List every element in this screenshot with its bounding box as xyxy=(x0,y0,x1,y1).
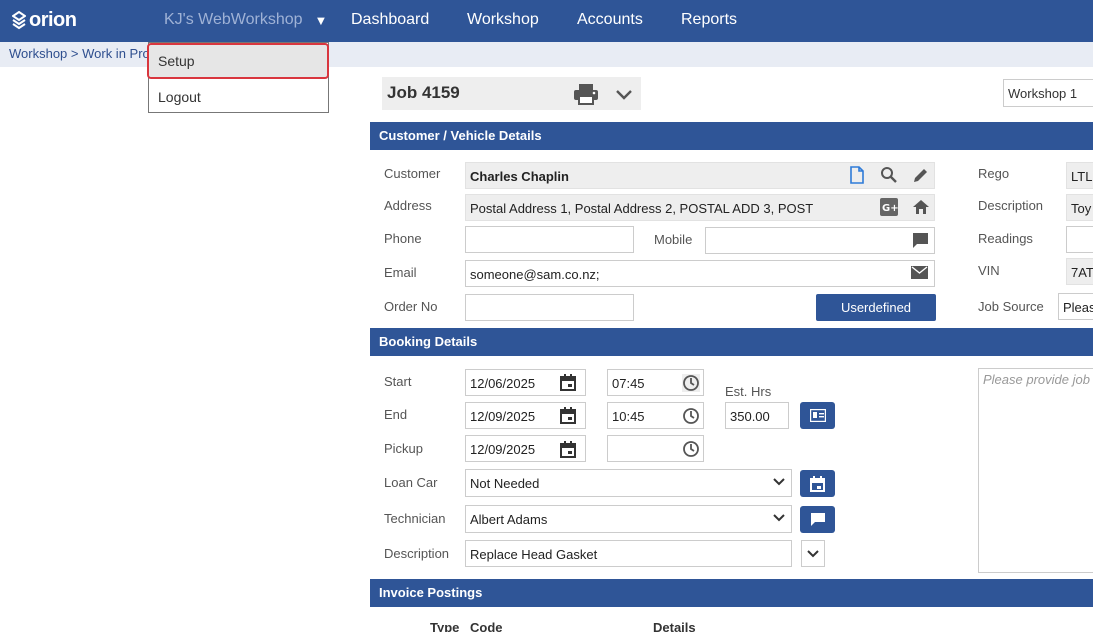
logo-text: orion xyxy=(29,9,77,31)
chevron-down-icon xyxy=(773,514,785,522)
job-source-select[interactable]: Pleas xyxy=(1058,293,1093,320)
rego-field[interactable]: LTL xyxy=(1066,162,1093,189)
menu-item-logout[interactable]: Logout xyxy=(149,79,328,113)
vehicle-description-label: Description xyxy=(978,198,1044,213)
order-no-label: Order No xyxy=(384,299,438,314)
clock-icon[interactable] xyxy=(682,407,700,425)
calendar-icon[interactable] xyxy=(560,407,576,424)
clock-icon[interactable] xyxy=(682,374,700,392)
mobile-label: Mobile xyxy=(654,232,693,247)
chevron-down-icon xyxy=(807,550,819,558)
job-notes-textarea[interactable]: Please provide job xyxy=(978,368,1093,573)
rego-label: Rego xyxy=(978,166,1010,181)
column-header-type: Type xyxy=(430,620,460,632)
phone-input[interactable] xyxy=(465,226,634,253)
comment-icon xyxy=(810,513,825,526)
order-no-input[interactable] xyxy=(465,294,634,321)
nav-workshop[interactable]: Workshop xyxy=(467,11,539,29)
calendar-icon xyxy=(810,475,825,492)
vin-field[interactable]: 7AT xyxy=(1066,258,1093,285)
technician-value: Albert Adams xyxy=(470,512,548,527)
nav-reports[interactable]: Reports xyxy=(681,11,737,29)
loan-car-label: Loan Car xyxy=(384,475,438,490)
workshop-select[interactable]: Workshop 1 xyxy=(1003,79,1093,107)
end-label: End xyxy=(384,407,408,422)
start-label: Start xyxy=(384,374,412,389)
svg-text:G+: G+ xyxy=(882,203,898,214)
technician-label: Technician xyxy=(384,511,446,526)
nav-accounts[interactable]: Accounts xyxy=(577,11,643,29)
organization-selector[interactable]: KJ's WebWorkshop ▼ xyxy=(164,11,327,29)
email-label: Email xyxy=(384,265,417,280)
printer-icon[interactable] xyxy=(573,83,599,105)
readings-label: Readings xyxy=(978,231,1033,246)
loan-car-calendar-button[interactable] xyxy=(800,470,835,497)
customer-label: Customer xyxy=(384,166,441,181)
job-description-label: Description xyxy=(384,546,450,561)
edit-icon[interactable] xyxy=(912,166,930,184)
caret-down-icon: ▼ xyxy=(314,12,328,28)
customer-vehicle-section-header: Customer / Vehicle Details xyxy=(370,122,1093,150)
pickup-label: Pickup xyxy=(384,441,424,456)
calendar-icon[interactable] xyxy=(560,441,576,458)
orion-logo-icon xyxy=(12,10,26,29)
userdefined-button[interactable]: Userdefined xyxy=(816,294,936,321)
readings-input[interactable] xyxy=(1066,226,1093,253)
orion-logo[interactable]: orion xyxy=(12,9,77,32)
chevron-down-icon[interactable] xyxy=(615,89,633,100)
job-header: Job 4159 xyxy=(382,77,641,110)
address-label: Address xyxy=(384,198,432,213)
organization-dropdown-menu: Setup Logout xyxy=(147,42,329,113)
job-description-dropdown[interactable] xyxy=(801,540,825,567)
contact-card-button[interactable] xyxy=(800,402,835,429)
est-hrs-label: Est. Hrs xyxy=(725,384,772,399)
clock-icon[interactable] xyxy=(682,440,700,458)
job-title: Job 4159 xyxy=(387,83,460,102)
technician-select[interactable]: Albert Adams xyxy=(465,505,792,533)
booking-section-header: Booking Details xyxy=(370,328,1093,356)
calendar-icon[interactable] xyxy=(560,374,576,391)
vehicle-description-field[interactable]: Toy xyxy=(1066,194,1093,221)
google-plus-icon[interactable]: G+ xyxy=(880,198,898,216)
phone-label: Phone xyxy=(384,231,422,246)
breadcrumb[interactable]: Workshop > Work in Pro xyxy=(9,46,150,61)
new-document-icon[interactable] xyxy=(849,166,865,184)
search-icon[interactable] xyxy=(880,166,898,184)
email-input[interactable]: someone@sam.co.nz; xyxy=(465,260,935,287)
job-description-input[interactable]: Replace Head Gasket xyxy=(465,540,792,567)
technician-comment-button[interactable] xyxy=(800,506,835,533)
vin-label: VIN xyxy=(978,263,1000,278)
contact-card-icon xyxy=(809,409,826,422)
message-icon[interactable] xyxy=(912,232,929,249)
invoice-postings-section-header: Invoice Postings xyxy=(370,579,1093,607)
column-header-details: Details xyxy=(653,620,696,632)
chevron-down-icon xyxy=(773,478,785,486)
top-navigation-bar: orion KJ's WebWorkshop ▼ Dashboard Works… xyxy=(0,0,1093,42)
organization-name: KJ's WebWorkshop xyxy=(164,11,303,28)
job-source-label: Job Source xyxy=(978,299,1044,314)
mail-icon[interactable] xyxy=(911,266,928,279)
est-hrs-input[interactable]: 350.00 xyxy=(725,402,789,429)
nav-dashboard[interactable]: Dashboard xyxy=(351,11,429,29)
menu-item-setup[interactable]: Setup xyxy=(147,43,329,79)
home-icon[interactable] xyxy=(912,198,930,216)
address-field[interactable]: Postal Address 1, Postal Address 2, POST… xyxy=(465,194,935,221)
mobile-input[interactable] xyxy=(705,227,935,254)
loan-car-select[interactable]: Not Needed xyxy=(465,469,792,497)
loan-car-value: Not Needed xyxy=(470,476,540,491)
column-header-code: Code xyxy=(470,620,503,632)
